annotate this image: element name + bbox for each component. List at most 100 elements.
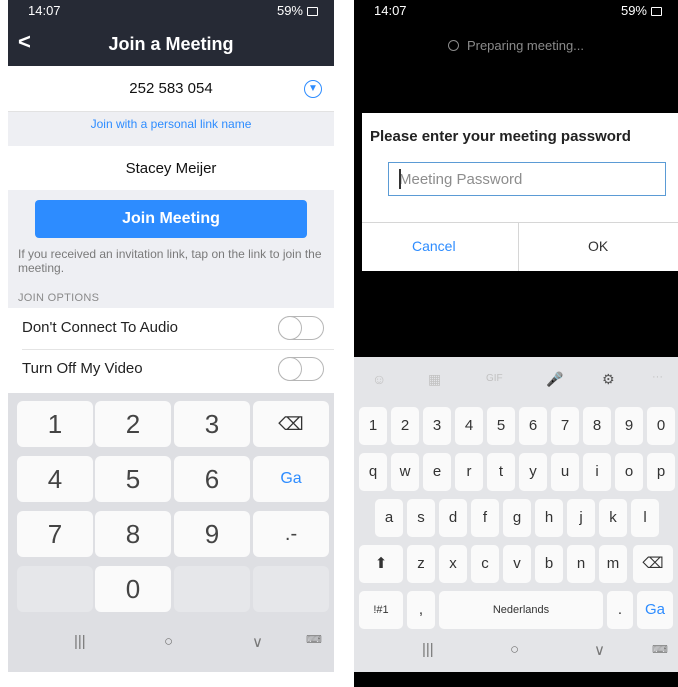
option-no-audio-label: Don't Connect To Audio [22,319,179,336]
backspace-icon[interactable]: ⌫ [253,401,329,447]
key-9[interactable]: 9 [615,407,643,445]
period-key[interactable]: . [607,591,633,629]
sticker-icon[interactable]: ▦ [428,371,441,388]
punctuation-key[interactable]: .- [253,511,329,557]
status-right: 59% [277,3,318,18]
key-a[interactable]: a [375,499,403,537]
join-options-list: Don't Connect To Audio Turn Off My Video [8,308,334,393]
key-q[interactable]: q [359,453,387,491]
name-field[interactable]: Stacey Meijer [8,146,334,190]
key-0[interactable]: 0 [647,407,675,445]
key-8[interactable]: 8 [583,407,611,445]
key-2[interactable]: 2 [391,407,419,445]
video-off-toggle[interactable] [278,357,324,381]
join-meeting-button[interactable]: Join Meeting [35,200,307,238]
key-4[interactable]: 4 [455,407,483,445]
recents-icon[interactable]: ||| [422,641,434,658]
home-icon[interactable]: ○ [510,641,519,658]
no-audio-toggle[interactable] [278,316,324,340]
personal-link-button[interactable]: Join with a personal link name [8,117,334,131]
key-4[interactable]: 4 [17,456,93,502]
preparing-status: Preparing meeting... [354,38,678,53]
key-l[interactable]: l [631,499,659,537]
key-7[interactable]: 7 [551,407,579,445]
key-5[interactable]: 5 [95,456,171,502]
key-v[interactable]: v [503,545,531,583]
battery-icon [307,7,318,16]
back-nav-icon[interactable]: ∨ [594,641,605,659]
battery-label: 59% [276,3,303,18]
key-9[interactable]: 9 [174,511,250,557]
divider [22,349,334,350]
key-f[interactable]: f [471,499,499,537]
key-2[interactable]: 2 [95,401,171,447]
key-u[interactable]: u [551,453,579,491]
status-bar: 14:07 59% [8,0,334,20]
page-title: Join a Meeting [108,34,234,54]
key-8[interactable]: 8 [95,511,171,557]
key-n[interactable]: n [567,545,595,583]
meeting-id-field[interactable]: 252 583 054 ▼ [8,66,334,112]
gif-icon[interactable]: GIF [486,373,503,384]
key-p[interactable]: p [647,453,675,491]
key-3[interactable]: 3 [423,407,451,445]
key-e[interactable]: e [423,453,451,491]
key-z[interactable]: z [407,545,435,583]
go-key[interactable]: Ga [637,591,673,629]
key-k[interactable]: k [599,499,627,537]
key-1[interactable]: 1 [359,407,387,445]
key-5[interactable]: 5 [487,407,515,445]
password-input[interactable] [389,163,665,195]
option-video-off-label: Turn Off My Video [22,360,143,377]
key-y[interactable]: y [519,453,547,491]
settings-icon[interactable]: ⚙ [602,371,615,388]
blank-key [174,566,250,612]
shift-icon[interactable]: ⬆ [359,545,403,583]
microphone-icon[interactable]: 🎤 [546,371,563,388]
key-o[interactable]: o [615,453,643,491]
key-m[interactable]: m [599,545,627,583]
password-field[interactable] [388,162,666,196]
key-i[interactable]: i [583,453,611,491]
keyboard-icon[interactable]: ⌨ [306,633,322,646]
back-nav-icon[interactable]: ∨ [252,633,263,651]
key-r[interactable]: r [455,453,483,491]
divider [362,222,678,223]
key-1[interactable]: 1 [17,401,93,447]
more-icon[interactable]: ··· [652,371,663,383]
emoji-icon[interactable]: ☺ [372,371,386,387]
title-bar: 14:07 59% < Join a Meeting [8,0,334,66]
key-6[interactable]: 6 [174,456,250,502]
key-d[interactable]: d [439,499,467,537]
key-6[interactable]: 6 [519,407,547,445]
toggle-knob [278,357,302,381]
key-g[interactable]: g [503,499,531,537]
key-c[interactable]: c [471,545,499,583]
key-s[interactable]: s [407,499,435,537]
comma-key[interactable]: , [407,591,435,629]
status-time: 14:07 [28,3,61,18]
key-7[interactable]: 7 [17,511,93,557]
key-h[interactable]: h [535,499,563,537]
key-w[interactable]: w [391,453,419,491]
backspace-icon[interactable]: ⌫ [633,545,673,583]
ok-button[interactable]: OK [588,238,608,254]
chevron-down-icon[interactable]: ▼ [304,80,322,98]
key-3[interactable]: 3 [174,401,250,447]
key-b[interactable]: b [535,545,563,583]
go-key[interactable]: Ga [253,456,329,502]
space-key[interactable]: Nederlands [439,591,603,629]
key-t[interactable]: t [487,453,515,491]
key-j[interactable]: j [567,499,595,537]
divider [518,222,519,271]
keyboard-icon[interactable]: ⌨ [652,643,668,656]
symbols-key[interactable]: !#1 [359,591,403,629]
blank-key [17,566,93,612]
preparing-text: Preparing meeting... [466,38,585,53]
status-time: 14:07 [374,3,407,18]
key-0[interactable]: 0 [95,566,171,612]
recents-icon[interactable]: ||| [74,633,86,650]
key-x[interactable]: x [439,545,467,583]
cancel-button[interactable]: Cancel [412,238,456,254]
home-icon[interactable]: ○ [164,633,173,650]
